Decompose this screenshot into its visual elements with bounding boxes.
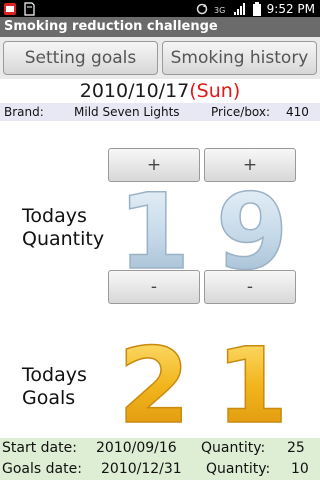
start-date-value: 2010/09/16 bbox=[96, 440, 177, 456]
goals-digit-ones: 1 bbox=[216, 336, 288, 428]
goals-digits-display: 2 1 bbox=[117, 336, 289, 428]
goals-quantity-value: 10 bbox=[291, 461, 309, 477]
goals-row: Goals date: 2010/12/31 Quantity: 10 bbox=[0, 459, 320, 480]
brand-label: Brand: bbox=[4, 105, 44, 119]
date-value: 2010/10/17 bbox=[79, 80, 190, 102]
quantity-digit-tens: 1 bbox=[118, 182, 190, 274]
goals-date-label: Goals date: bbox=[2, 461, 82, 477]
status-left bbox=[0, 1, 35, 16]
current-date: 2010/10/17(Sun) bbox=[0, 79, 320, 103]
start-quantity-value: 25 bbox=[287, 440, 305, 456]
brand-row: Brand: Mild Seven Lights Price/box: 410 bbox=[0, 103, 320, 121]
network-3g-icon: 3G bbox=[214, 6, 225, 15]
date-weekday: (Sun) bbox=[189, 80, 241, 102]
battery-icon bbox=[252, 1, 261, 16]
goals-digit-tens: 2 bbox=[118, 336, 190, 428]
quantity-ones-minus-button[interactable]: - bbox=[204, 270, 296, 304]
brand-name: Mild Seven Lights bbox=[74, 105, 180, 119]
quantity-digits-display: 1 9 bbox=[117, 182, 289, 274]
summary-panel: Start date: 2010/09/16 Quantity: 25 Goal… bbox=[0, 438, 320, 480]
price-value: 410 bbox=[286, 105, 309, 119]
goals-quantity-label: Quantity: bbox=[206, 461, 271, 477]
signal-icon bbox=[233, 2, 245, 15]
sd-card-icon bbox=[24, 1, 35, 16]
quantity-tens-minus-button[interactable]: - bbox=[108, 270, 200, 304]
todays-quantity-label: Todays Quantity bbox=[22, 205, 104, 251]
top-button-bar: Setting goals Smoking history bbox=[0, 37, 320, 79]
start-row: Start date: 2010/09/16 Quantity: 25 bbox=[0, 438, 320, 459]
status-right: 3G 9:52 PM bbox=[195, 1, 320, 16]
notification-app-icon bbox=[4, 2, 16, 15]
sync-icon bbox=[196, 3, 207, 14]
start-date-label: Start date: bbox=[2, 440, 77, 456]
app-screen: 3G 9:52 PM Smoking reduction challenge S… bbox=[0, 0, 320, 480]
status-bar: 3G 9:52 PM bbox=[0, 0, 320, 17]
start-quantity-label: Quantity: bbox=[201, 440, 266, 456]
status-time: 9:52 PM bbox=[266, 1, 315, 16]
quantity-tens-plus-button[interactable]: + bbox=[108, 148, 200, 182]
goals-label-line1: Todays bbox=[22, 364, 87, 386]
quantity-digit-ones: 9 bbox=[216, 182, 288, 274]
quantity-label-line1: Todays bbox=[22, 205, 87, 227]
quantity-label-line2: Quantity bbox=[22, 228, 105, 250]
setting-goals-button[interactable]: Setting goals bbox=[3, 41, 158, 75]
app-title: Smoking reduction challenge bbox=[0, 17, 320, 37]
quantity-ones-plus-button[interactable]: + bbox=[204, 148, 296, 182]
price-label: Price/box: bbox=[211, 105, 271, 119]
smoking-history-button[interactable]: Smoking history bbox=[162, 41, 317, 75]
goals-date-value: 2010/12/31 bbox=[101, 461, 182, 477]
todays-goals-label: Todays Goals bbox=[22, 364, 87, 410]
svg-text:3G: 3G bbox=[214, 6, 225, 15]
goals-label-line2: Goals bbox=[22, 387, 76, 409]
